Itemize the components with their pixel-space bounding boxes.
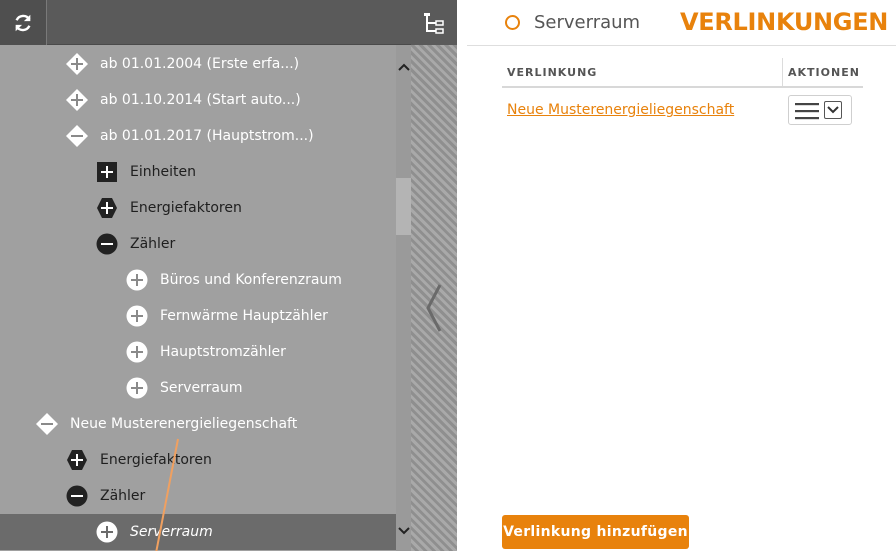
scroll-down-button[interactable] <box>396 523 411 539</box>
table-header: VERLINKUNG AKTIONEN <box>502 58 863 88</box>
chevron-down-icon <box>397 527 410 535</box>
plus-circle-icon[interactable] <box>126 269 148 291</box>
tree-item-label: Serverraum <box>160 380 243 396</box>
table-row: Neue Musterenergieliegenschaft <box>502 88 863 134</box>
tree-item-label: ab 01.01.2004 (Erste erfa...) <box>100 56 300 72</box>
tree-item[interactable]: Zähler <box>0 226 396 262</box>
links-table: VERLINKUNG AKTIONEN Neue Musterenergieli… <box>502 58 863 134</box>
dropdown-toggle[interactable] <box>824 101 842 119</box>
scroll-up-button[interactable] <box>396 59 411 75</box>
refresh-icon <box>15 14 31 31</box>
object-name: Serverraum <box>534 12 641 33</box>
plus-diamond-icon[interactable] <box>66 53 88 75</box>
column-header-verlinkung: VERLINKUNG <box>507 66 598 79</box>
tree-panel: ab 01.01.2004 (Erste erfa...) ab 01.10.2… <box>0 0 411 551</box>
tree-list: ab 01.01.2004 (Erste erfa...) ab 01.10.2… <box>0 45 396 551</box>
tree-item-label: Büros und Konferenzraum <box>160 272 342 288</box>
column-divider <box>782 58 783 86</box>
tree-structure-button[interactable] <box>411 0 457 45</box>
detail-panel: Serverraum VERLINKUNGEN VERLINKUNG AKTIO… <box>467 0 896 551</box>
plus-diamond-icon[interactable] <box>66 89 88 111</box>
tree-item[interactable]: Einheiten <box>0 154 396 190</box>
plus-circle-icon[interactable] <box>126 341 148 363</box>
tree-item[interactable]: Serverraum <box>0 370 396 406</box>
tree-item[interactable]: ab 01.01.2004 (Erste erfa...) <box>0 46 396 82</box>
tree-item-label: Neue Musterenergieliegenschaft <box>70 416 298 432</box>
tree-item[interactable]: ab 01.01.2017 (Hauptstrom...) <box>0 118 396 154</box>
tree-scrollbar[interactable] <box>396 45 411 551</box>
actions-dropdown[interactable] <box>788 95 852 125</box>
tree-toolbar <box>0 0 411 45</box>
plus-circle-icon[interactable] <box>126 377 148 399</box>
column-header-aktionen: AKTIONEN <box>788 66 860 79</box>
tree-item[interactable]: Neue Musterenergieliegenschaft <box>0 406 396 442</box>
section-title: VERLINKUNGEN <box>680 8 889 36</box>
tree-item-label: Zähler <box>100 488 146 504</box>
tree-item-label: Serverraum <box>130 524 213 540</box>
refresh-button[interactable] <box>0 0 47 45</box>
plus-square-icon[interactable] <box>96 161 118 183</box>
tree-item[interactable]: Büros und Konferenzraum <box>0 262 396 298</box>
chevron-down-icon <box>827 106 839 114</box>
tree-item[interactable]: Energiefaktoren <box>0 442 396 478</box>
plus-hexagon-icon[interactable] <box>96 197 118 219</box>
plus-hexagon-icon[interactable] <box>66 449 88 471</box>
minus-circle-icon[interactable] <box>66 485 88 507</box>
tree-item[interactable]: Energiefaktoren <box>0 190 396 226</box>
tree-item[interactable]: Fernwärme Hauptzähler <box>0 298 396 334</box>
minus-diamond-icon[interactable] <box>36 413 58 435</box>
minus-circle-icon[interactable] <box>96 233 118 255</box>
detail-header: Serverraum VERLINKUNGEN <box>467 0 896 46</box>
tree-item[interactable]: Zähler <box>0 478 396 514</box>
tree-item-label: Einheiten <box>130 164 196 180</box>
link-cell[interactable]: Neue Musterenergieliegenschaft <box>507 102 734 118</box>
tree-item-label: ab 01.01.2017 (Hauptstrom...) <box>100 128 314 144</box>
tree-item-selected[interactable]: Serverraum <box>0 514 396 550</box>
add-link-button[interactable]: Verlinkung hinzufügen <box>502 515 689 549</box>
chevron-up-icon <box>397 63 410 71</box>
tree-item-label: ab 01.10.2014 (Start auto...) <box>100 92 301 108</box>
tree-item-label: Hauptstromzähler <box>160 344 286 360</box>
menu-icon <box>795 103 819 120</box>
plus-circle-icon[interactable] <box>96 521 118 543</box>
tree-item-label: Energiefaktoren <box>100 452 212 468</box>
scroll-thumb[interactable] <box>396 178 411 235</box>
panel-splitter[interactable] <box>411 0 457 551</box>
collapse-chevron-left-icon[interactable] <box>423 282 445 334</box>
status-circle-icon <box>505 15 520 30</box>
tree-item-label: Fernwärme Hauptzähler <box>160 308 328 324</box>
tree-item[interactable]: Hauptstromzähler <box>0 334 396 370</box>
tree-structure-icon <box>424 12 444 34</box>
tree-item-label: Zähler <box>130 236 176 252</box>
minus-diamond-icon[interactable] <box>66 125 88 147</box>
tree-item-label: Energiefaktoren <box>130 200 242 216</box>
plus-circle-icon[interactable] <box>126 305 148 327</box>
tree-item[interactable]: ab 01.10.2014 (Start auto...) <box>0 82 396 118</box>
